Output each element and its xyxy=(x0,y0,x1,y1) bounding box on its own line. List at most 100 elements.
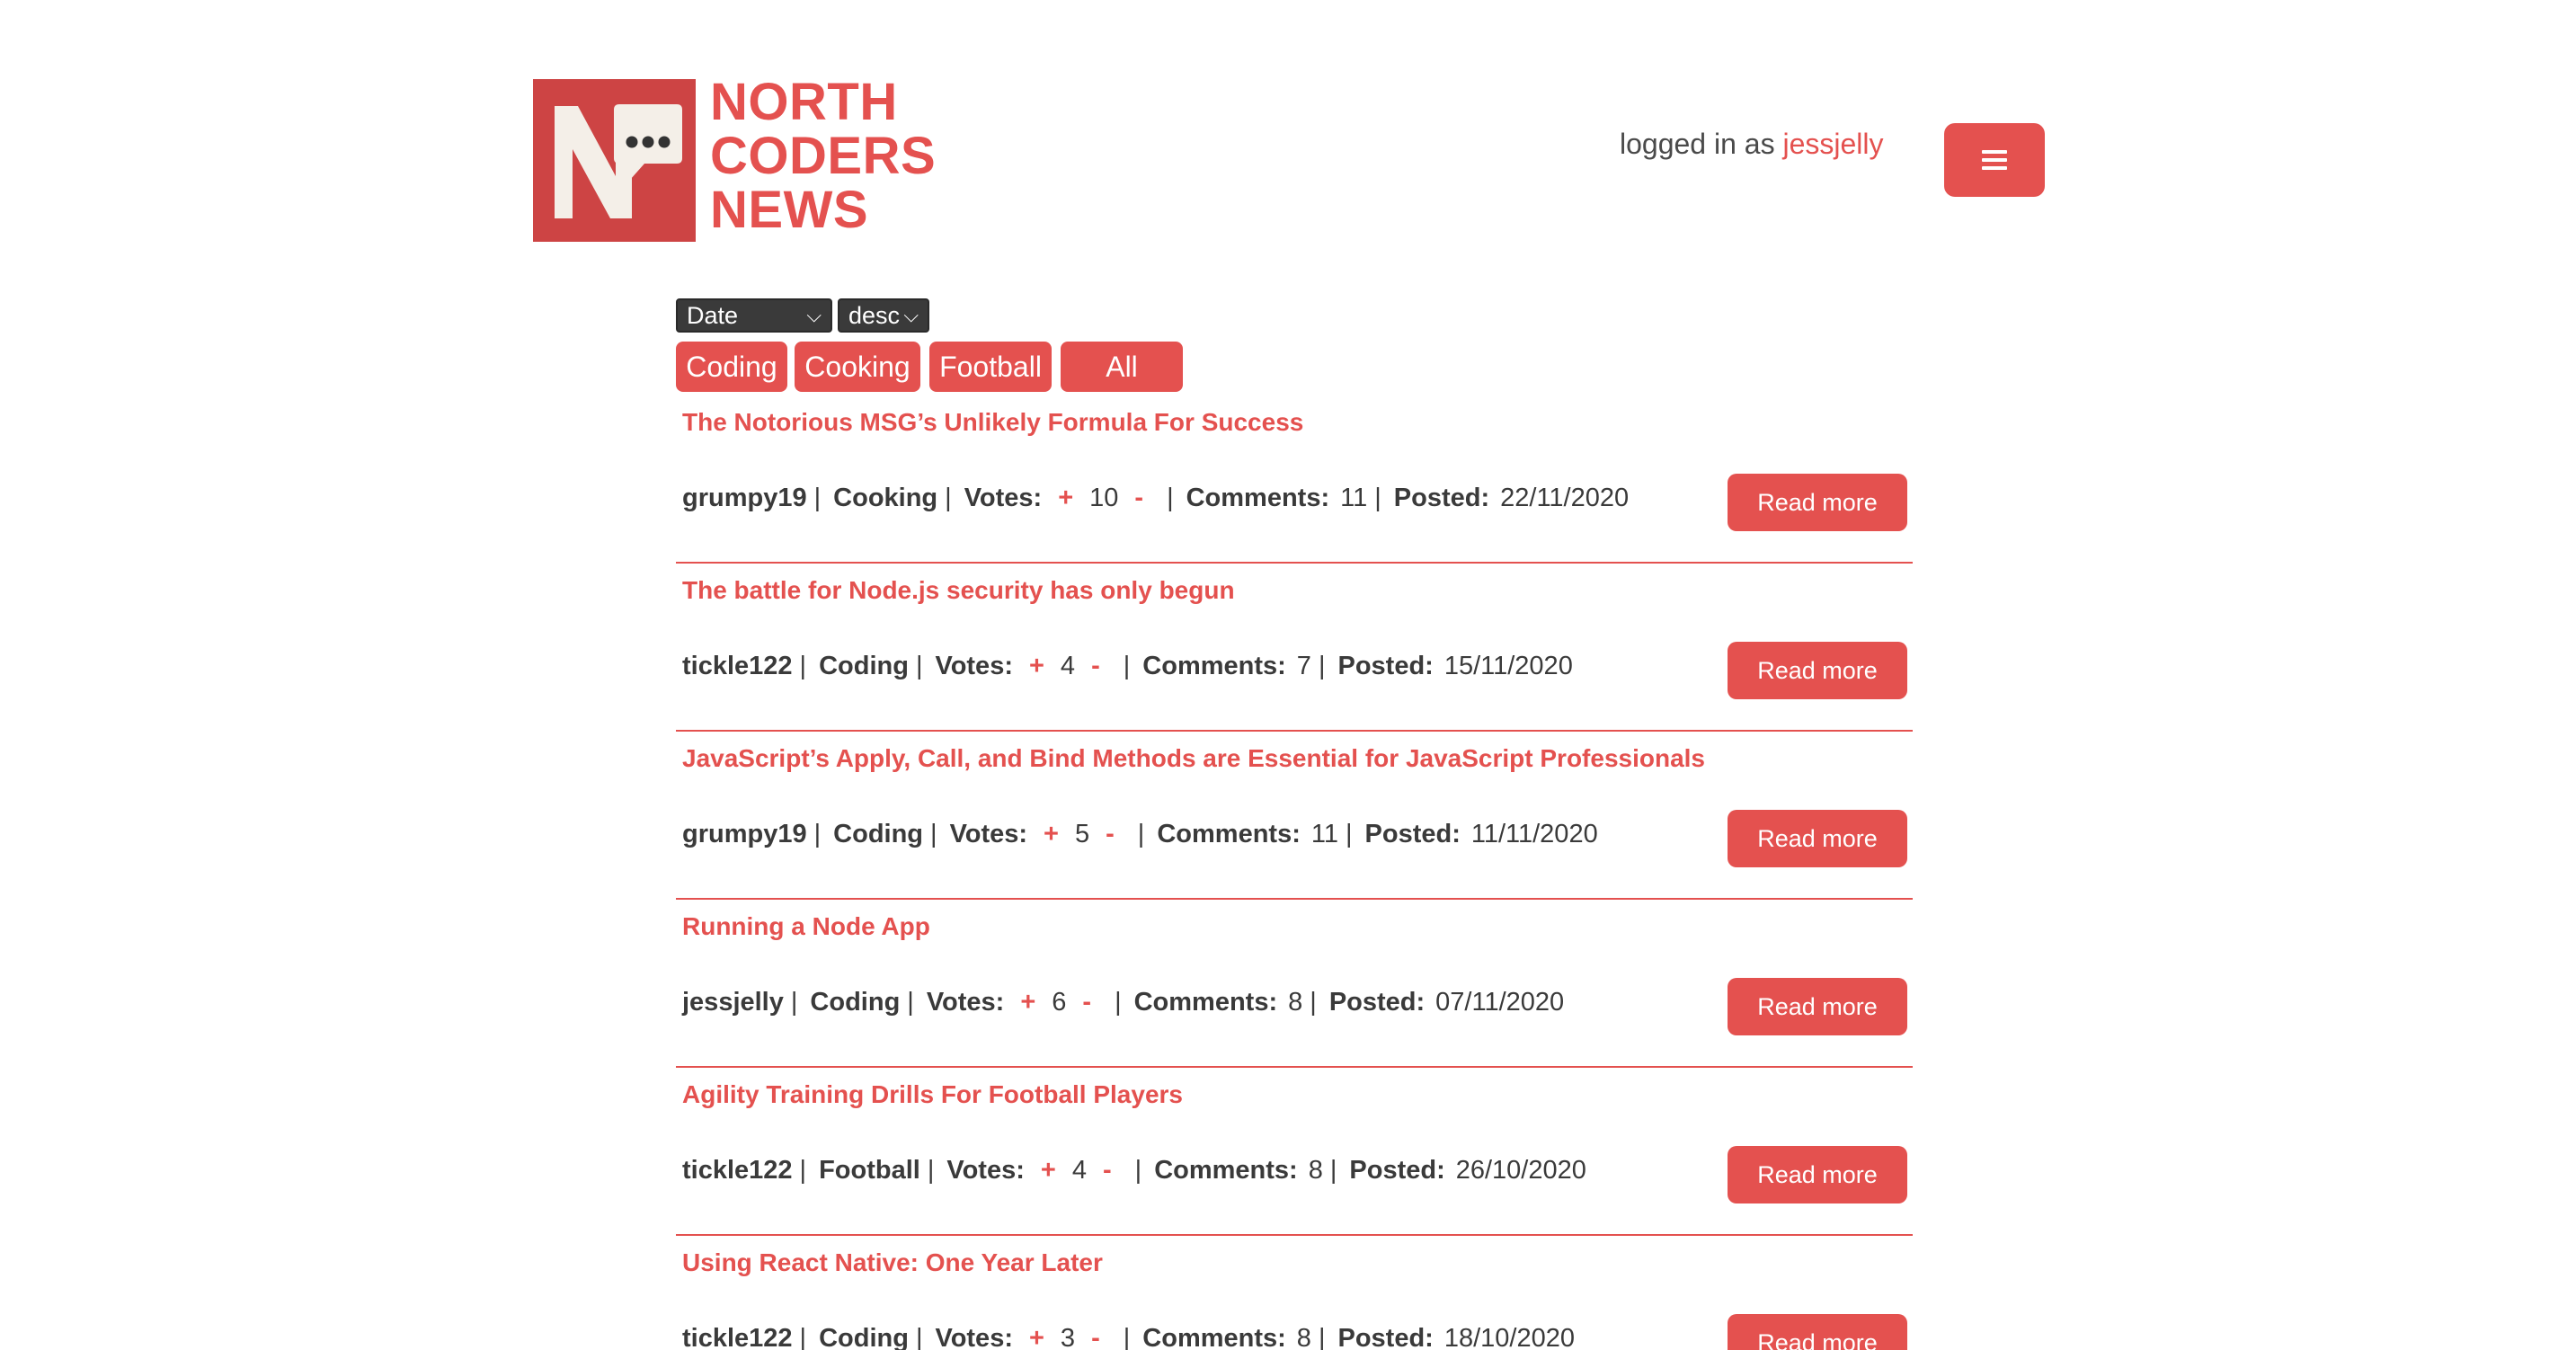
login-status: logged in as jessjelly xyxy=(1620,128,1884,161)
comments-label: Comments: xyxy=(1133,988,1278,1017)
posted-date: 07/11/2020 xyxy=(1435,988,1565,1017)
vote-count: 4 xyxy=(1060,652,1076,680)
article-card: The battle for Node.js security has only… xyxy=(676,564,1913,732)
comments-label: Comments: xyxy=(1154,1156,1298,1185)
article-topic: Football xyxy=(819,1156,920,1185)
page: NORTH CODERS NEWS logged in as jessjelly… xyxy=(0,0,2576,1350)
article-title[interactable]: The battle for Node.js security has only… xyxy=(682,576,1235,605)
downvote-button[interactable]: - xyxy=(1134,484,1143,513)
comment-count: 8 xyxy=(1308,1156,1323,1185)
separator: | xyxy=(1310,988,1317,1017)
downvote-button[interactable]: - xyxy=(1103,1156,1112,1186)
logo-line-3: NEWS xyxy=(710,181,868,239)
separator: | xyxy=(1134,1156,1142,1185)
posted-label: Posted: xyxy=(1393,484,1490,512)
vote-count: 6 xyxy=(1052,988,1067,1017)
article-meta: tickle122 | Coding | Votes: + 4 - | Commen… xyxy=(682,652,1573,681)
separator: | xyxy=(799,1324,807,1350)
sort-by-value: Date xyxy=(687,301,739,329)
logged-in-username[interactable]: jessjelly xyxy=(1782,128,1883,160)
article-author: grumpy19 xyxy=(682,484,807,512)
sort-order-select[interactable]: desc ⌵ xyxy=(838,298,929,333)
article-author: tickle122 xyxy=(682,1324,793,1350)
separator: | xyxy=(945,484,952,512)
separator: | xyxy=(1115,988,1122,1017)
article-meta: jessjelly | Coding | Votes: + 6 - | Commen… xyxy=(682,988,1564,1017)
comment-count: 7 xyxy=(1296,652,1311,680)
posted-date: 18/10/2020 xyxy=(1443,1324,1575,1350)
upvote-button[interactable]: + xyxy=(1029,652,1044,681)
comment-count: 11 xyxy=(1310,820,1338,848)
separator: | xyxy=(1318,652,1326,680)
downvote-button[interactable]: - xyxy=(1091,652,1100,681)
vote-count: 4 xyxy=(1071,1156,1087,1185)
chevron-down-icon: ⌵ xyxy=(806,304,822,326)
separator: | xyxy=(907,988,914,1017)
separator: | xyxy=(1123,652,1131,680)
read-more-button[interactable]: Read more xyxy=(1728,1146,1907,1203)
downvote-button[interactable]: - xyxy=(1106,820,1115,849)
read-more-button[interactable]: Read more xyxy=(1728,474,1907,531)
article-topic: Coding xyxy=(819,652,909,680)
article-topic: Coding xyxy=(819,1324,909,1350)
separator: | xyxy=(1374,484,1381,512)
votes-label: Votes: xyxy=(935,1324,1013,1350)
logo-line-1: NORTH xyxy=(710,73,898,131)
read-more-button[interactable]: Read more xyxy=(1728,1314,1907,1350)
posted-label: Posted: xyxy=(1349,1156,1445,1185)
downvote-button[interactable]: - xyxy=(1091,1324,1100,1350)
read-more-button[interactable]: Read more xyxy=(1728,810,1907,867)
comment-count: 11 xyxy=(1340,484,1368,512)
upvote-button[interactable]: + xyxy=(1041,1156,1056,1186)
topic-button-all[interactable]: All xyxy=(1061,342,1183,392)
read-more-button[interactable]: Read more xyxy=(1728,978,1907,1035)
votes-label: Votes: xyxy=(935,652,1013,680)
logo-icon[interactable] xyxy=(533,79,696,242)
separator: | xyxy=(1123,1324,1131,1350)
separator: | xyxy=(1329,1156,1337,1185)
downvote-button[interactable]: - xyxy=(1082,988,1091,1017)
posted-label: Posted: xyxy=(1364,820,1461,848)
posted-label: Posted: xyxy=(1337,652,1434,680)
article-topic: Coding xyxy=(810,988,901,1017)
hamburger-icon xyxy=(1982,150,2007,170)
article-card: The Notorious MSG’s Unlikely Formula For… xyxy=(676,395,1913,564)
menu-button[interactable] xyxy=(1944,123,2045,197)
separator: | xyxy=(1345,820,1353,848)
article-meta: grumpy19 | Coding | Votes: + 5 - | Comment… xyxy=(682,820,1598,849)
comments-label: Comments: xyxy=(1186,484,1330,512)
posted-date: 11/11/2020 xyxy=(1470,820,1598,848)
login-prefix: logged in as xyxy=(1620,128,1775,160)
comments-label: Comments: xyxy=(1157,820,1301,848)
sort-by-select[interactable]: Date ⌵ xyxy=(676,298,832,333)
comment-count: 8 xyxy=(1296,1324,1311,1350)
topic-button-coding[interactable]: Coding xyxy=(676,342,787,392)
separator: | xyxy=(813,484,822,512)
article-author: tickle122 xyxy=(682,652,793,680)
upvote-button[interactable]: + xyxy=(1044,820,1059,849)
chevron-down-icon: ⌵ xyxy=(903,304,919,326)
vote-count: 10 xyxy=(1089,484,1119,512)
article-meta: grumpy19 | Cooking | Votes: + 10 - | Comme… xyxy=(682,484,1629,513)
article-title[interactable]: JavaScript’s Apply, Call, and Bind Metho… xyxy=(682,744,1705,773)
article-title[interactable]: Agility Training Drills For Football Pla… xyxy=(682,1080,1183,1109)
article-title[interactable]: The Notorious MSG’s Unlikely Formula For… xyxy=(682,408,1303,437)
vote-count: 5 xyxy=(1074,820,1090,848)
upvote-button[interactable]: + xyxy=(1020,988,1035,1017)
votes-label: Votes: xyxy=(964,484,1043,512)
votes-label: Votes: xyxy=(946,1156,1025,1185)
topic-button-cooking[interactable]: Cooking xyxy=(795,342,920,392)
upvote-button[interactable]: + xyxy=(1029,1324,1044,1350)
logo-wordmark[interactable]: NORTH CODERS NEWS xyxy=(710,75,936,237)
comments-label: Comments: xyxy=(1142,1324,1286,1350)
article-card: Running a Node App jessjelly | Coding | Vo… xyxy=(676,900,1913,1068)
read-more-button[interactable]: Read more xyxy=(1728,642,1907,699)
topic-button-football[interactable]: Football xyxy=(929,342,1052,392)
upvote-button[interactable]: + xyxy=(1058,484,1073,513)
comment-count: 8 xyxy=(1288,988,1303,1017)
article-title[interactable]: Using React Native: One Year Later xyxy=(682,1248,1103,1277)
article-meta: tickle122 | Football | Votes: + 4 - | Comm… xyxy=(682,1156,1586,1186)
separator: | xyxy=(1318,1324,1326,1350)
article-card: Using React Native: One Year Later tickl… xyxy=(676,1236,1913,1350)
article-title[interactable]: Running a Node App xyxy=(682,912,930,941)
